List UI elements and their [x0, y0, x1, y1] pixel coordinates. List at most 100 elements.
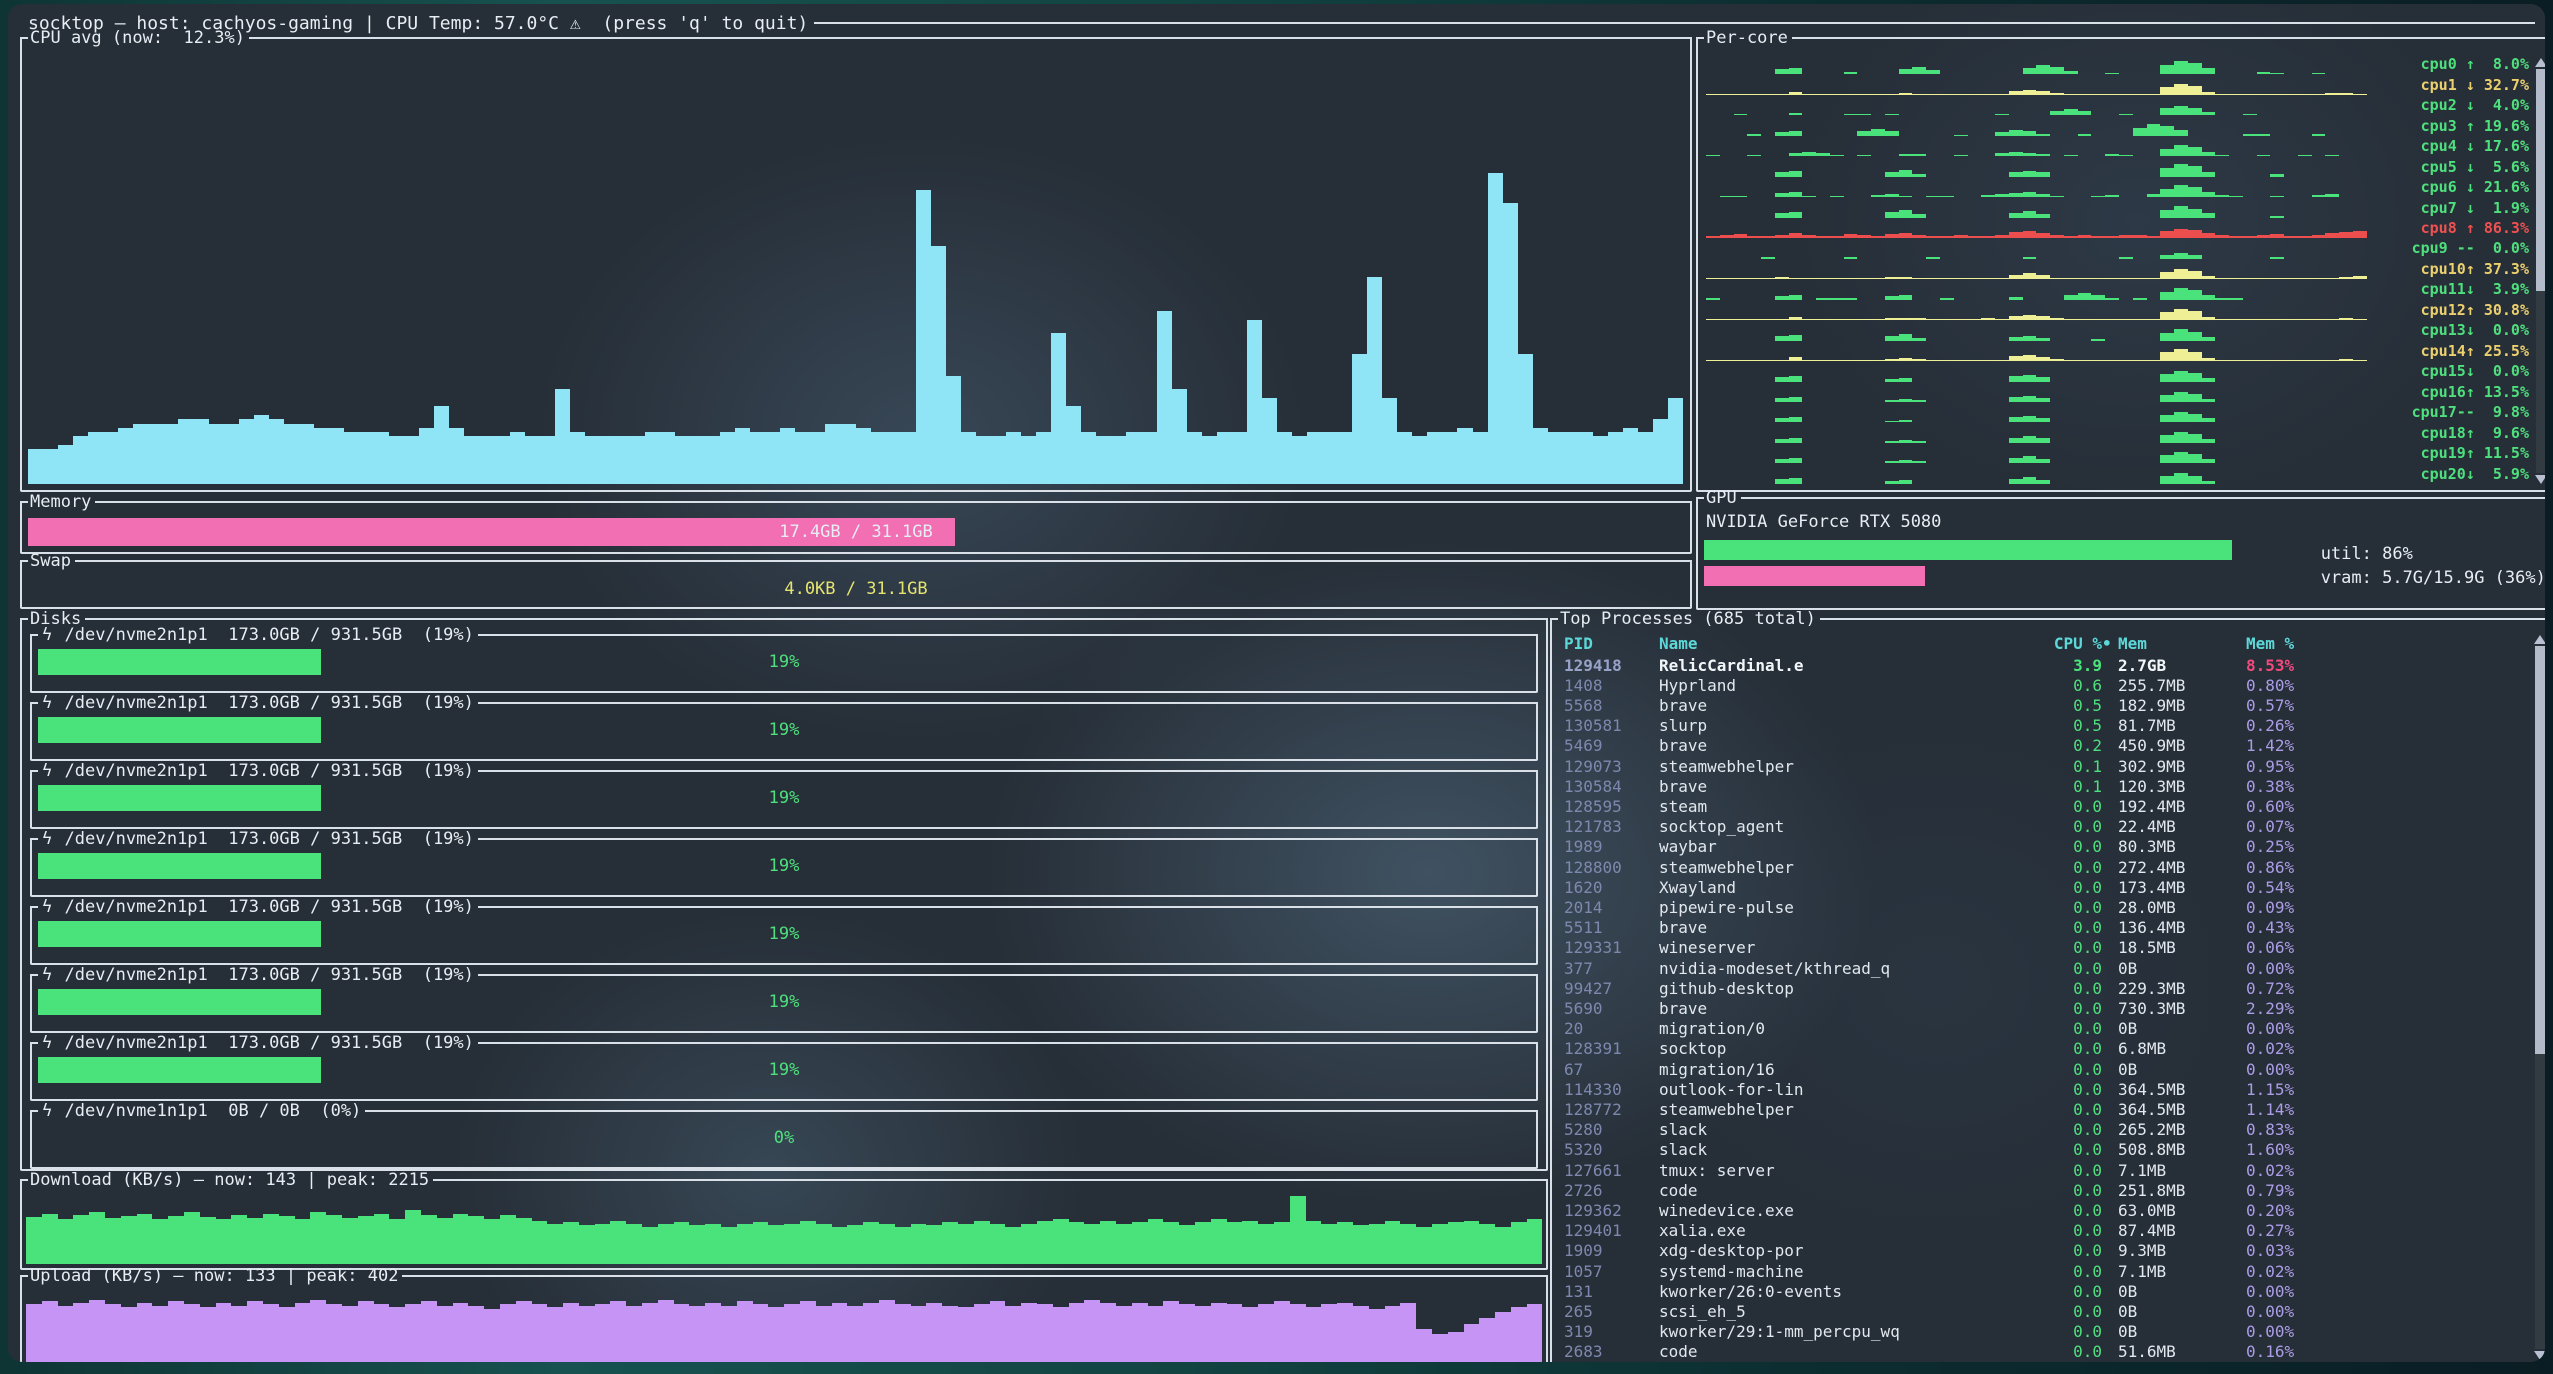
process-row[interactable]: 1408Hyprland0.6255.7MB0.80% [1554, 675, 2525, 695]
process-pid: 5568 [1564, 696, 1659, 715]
process-row[interactable]: 319kworker/29:1-mm_percpu_wq0.00B0.00% [1554, 1322, 2525, 1342]
process-row[interactable]: 127661tmux: server0.07.1MB0.02% [1554, 1160, 2525, 1180]
chart-bar [263, 1214, 279, 1264]
process-pid: 265 [1564, 1302, 1659, 1321]
process-row[interactable]: 129331wineserver0.018.5MB0.06% [1554, 938, 2525, 958]
chart-bar [1653, 419, 1668, 484]
chart-bar [990, 1224, 1006, 1264]
process-row[interactable]: 129401xalia.exe0.087.4MB0.27% [1554, 1221, 2525, 1241]
process-row[interactable]: 5320slack0.0508.8MB1.60% [1554, 1140, 2525, 1160]
core-row: cpu14↑ 25.5% [1706, 341, 2529, 361]
chart-bar [2050, 67, 2064, 74]
process-row[interactable]: 121783socktop_agent0.022.4MB0.07% [1554, 817, 2525, 837]
chart-bar [2174, 269, 2188, 279]
process-name: brave [1659, 777, 2044, 796]
chart-bar [931, 246, 946, 484]
process-mem-pct: 0.00% [2246, 959, 2521, 978]
chart-bar [2009, 479, 2023, 484]
scroll-thumb[interactable] [2535, 646, 2545, 1054]
chart-bar [1148, 1219, 1164, 1264]
process-row[interactable]: 5469brave0.2450.9MB1.42% [1554, 736, 2525, 756]
process-mem-pct: 0.86% [2246, 858, 2521, 877]
chart-bar [1337, 1222, 1353, 1264]
chart-bar [2160, 168, 2174, 177]
process-row[interactable]: 2014pipewire-pulse0.028.0MB0.09% [1554, 897, 2525, 917]
chart-bar [1116, 1306, 1132, 1362]
chart-bar [1116, 1224, 1132, 1264]
chart-bar [1247, 320, 1262, 484]
process-cpu: 0.0 [2044, 999, 2102, 1018]
chart-bar [1053, 1307, 1069, 1362]
process-row[interactable]: 1909xdg-desktop-por0.09.3MB0.03% [1554, 1241, 2525, 1261]
process-row[interactable]: 377nvidia-modeset/kthread_q0.00B0.00% [1554, 958, 2525, 978]
process-pid: 130584 [1564, 777, 1659, 796]
chart-bar [974, 1304, 990, 1362]
process-row[interactable]: 131kworker/26:0-events0.00B0.00% [1554, 1281, 2525, 1301]
process-row[interactable]: 2683code0.051.6MB0.16% [1554, 1342, 2525, 1362]
process-row[interactable]: 265scsi_eh_50.00B0.00% [1554, 1301, 2525, 1321]
chart-bar [1479, 1318, 1495, 1362]
scroll-thumb[interactable] [2536, 69, 2545, 291]
scroll-up-icon[interactable] [2534, 635, 2545, 644]
process-pid: 319 [1564, 1322, 1659, 1341]
process-mem-pct: 8.53% [2246, 656, 2521, 675]
scroll-down-icon[interactable] [2534, 1351, 2545, 1360]
process-name: socktop_agent [1659, 817, 2044, 836]
process-row[interactable]: 99427github-desktop0.0229.3MB0.72% [1554, 978, 2525, 998]
process-row[interactable]: 128800steamwebhelper0.0272.4MB0.86% [1554, 857, 2525, 877]
col-header-mem-pct[interactable]: Mem % [2246, 634, 2521, 653]
chart-bar [1464, 1221, 1480, 1264]
process-row[interactable]: 130581slurp0.581.7MB0.26% [1554, 716, 2525, 736]
process-pid: 67 [1564, 1060, 1659, 1079]
process-cpu: 0.0 [2044, 1080, 2102, 1099]
processes-scrollbar[interactable] [2534, 635, 2545, 1360]
process-pid: 130581 [1564, 716, 1659, 735]
chart-bar [1100, 1221, 1116, 1264]
chart-bar [200, 1307, 216, 1362]
core-sparkline [1706, 341, 2367, 361]
process-row[interactable]: 2726code0.0251.8MB0.79% [1554, 1180, 2525, 1200]
scroll-down-icon[interactable] [2535, 475, 2545, 484]
chart-bar [816, 1224, 832, 1264]
chart-bar [1511, 1307, 1527, 1362]
process-name: migration/16 [1659, 1060, 2044, 1079]
process-row[interactable]: 129073steamwebhelper0.1302.9MB0.95% [1554, 756, 2525, 776]
scroll-up-icon[interactable] [2535, 58, 2545, 67]
process-table-header[interactable]: PID Name CPU % • Mem Mem % [1554, 631, 2525, 655]
chart-bar [1157, 311, 1172, 484]
core-sparkline [1706, 156, 2367, 176]
process-row[interactable]: 5511brave0.0136.4MB0.43% [1554, 918, 2525, 938]
chart-bar [1306, 1221, 1322, 1264]
process-row[interactable]: 1620Xwayland0.0173.4MB0.54% [1554, 877, 2525, 897]
col-header-name[interactable]: Name [1659, 634, 2044, 653]
process-row[interactable]: 129362winedevice.exe0.063.0MB0.20% [1554, 1200, 2525, 1220]
percore-scrollbar[interactable] [2535, 58, 2545, 484]
core-sparkline [1706, 95, 2367, 115]
chart-bar [1258, 1304, 1274, 1362]
col-header-mem[interactable]: Mem [2118, 634, 2246, 653]
process-row[interactable]: 20migration/00.00B0.00% [1554, 1019, 2525, 1039]
process-row[interactable]: 1057systemd-machine0.07.1MB0.02% [1554, 1261, 2525, 1281]
process-row[interactable]: 128391socktop0.06.8MB0.02% [1554, 1039, 2525, 1059]
chart-bar [1369, 1309, 1385, 1362]
process-row[interactable]: 128595steam0.0192.4MB0.60% [1554, 796, 2525, 816]
chart-bar [847, 1306, 863, 1362]
process-row[interactable]: 114330outlook-for-lin0.0364.5MB1.15% [1554, 1079, 2525, 1099]
disk-title: /dev/nvme2n1p1 173.0GB / 931.5GB (19%) [52, 829, 478, 849]
chart-bar [178, 419, 193, 484]
process-pid: 131 [1564, 1282, 1659, 1301]
col-header-cpu[interactable]: CPU % [2044, 634, 2102, 653]
process-row[interactable]: 5280slack0.0265.2MB0.83% [1554, 1120, 2525, 1140]
process-row[interactable]: 1989waybar0.080.3MB0.25% [1554, 837, 2525, 857]
chart-bar [1912, 67, 1926, 75]
chart-bar [1053, 1219, 1069, 1264]
process-row[interactable]: 5690brave0.0730.3MB2.29% [1554, 998, 2525, 1018]
chart-bar [1503, 203, 1518, 484]
process-row[interactable]: 5568brave0.5182.9MB0.57% [1554, 695, 2525, 715]
col-header-pid[interactable]: PID [1564, 634, 1659, 653]
chart-bar [105, 1304, 121, 1362]
process-row[interactable]: 129418RelicCardinal.e3.92.7GB8.53% [1554, 655, 2525, 675]
process-row[interactable]: 67migration/160.00B0.00% [1554, 1059, 2525, 1079]
process-row[interactable]: 128772steamwebhelper0.0364.5MB1.14% [1554, 1099, 2525, 1119]
process-row[interactable]: 130584brave0.1120.3MB0.38% [1554, 776, 2525, 796]
